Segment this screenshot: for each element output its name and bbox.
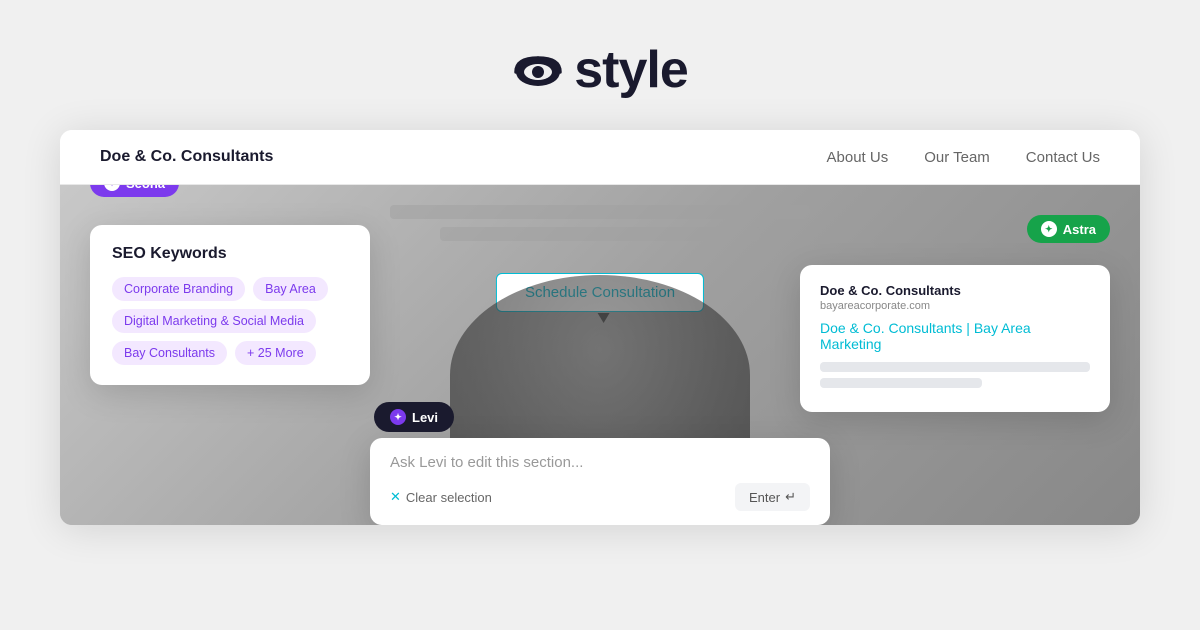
enter-button[interactable]: Enter ↵ [735, 483, 810, 511]
seo-card-title: SEO Keywords [112, 245, 348, 263]
hero-section: Schedule Consultation ✦ Seona SEO Keywor… [60, 185, 1140, 525]
clear-x-icon: ✕ [390, 489, 401, 505]
seo-keywords-card: SEO Keywords Corporate Branding Bay Area… [90, 225, 370, 385]
hero-bars [390, 185, 810, 241]
levi-badge: ✦ Levi [374, 402, 454, 432]
results-url: bayareacorporate.com [820, 300, 1090, 312]
nav-contact-us[interactable]: Contact Us [1026, 149, 1100, 166]
enter-label: Enter [749, 490, 780, 505]
hero-bar-2 [440, 227, 760, 241]
style-logo-icon [512, 52, 564, 88]
browser-content: Doe & Co. Consultants About Us Our Team … [60, 130, 1140, 525]
nav-bar: Doe & Co. Consultants About Us Our Team … [60, 130, 1140, 185]
clear-selection-button[interactable]: ✕ Clear selection [390, 489, 492, 505]
astra-badge-label: Astra [1063, 222, 1096, 237]
seona-badge: ✦ Seona [90, 185, 179, 197]
seona-badge-label: Seona [126, 185, 165, 191]
seo-tag-digital-marketing[interactable]: Digital Marketing & Social Media [112, 309, 316, 333]
seo-tags-container: Corporate Branding Bay Area Digital Mark… [112, 277, 348, 365]
seo-tag-bay-area[interactable]: Bay Area [253, 277, 328, 301]
astra-badge-icon: ✦ [1041, 221, 1057, 237]
levi-actions: ✕ Clear selection Enter ↵ [390, 483, 810, 511]
results-bar-2 [820, 378, 982, 388]
clear-selection-label: Clear selection [406, 490, 492, 505]
seona-badge-icon: ✦ [104, 185, 120, 191]
nav-about-us[interactable]: About Us [827, 149, 889, 166]
seo-tag-bay-consultants[interactable]: Bay Consultants [112, 341, 227, 365]
nav-our-team[interactable]: Our Team [924, 149, 990, 166]
astra-badge: ✦ Astra [1027, 215, 1110, 243]
levi-badge-icon: ✦ [390, 409, 406, 425]
nav-brand: Doe & Co. Consultants [100, 148, 273, 166]
seo-results-card: Doe & Co. Consultants bayareacorporate.c… [800, 265, 1110, 412]
results-bar-1 [820, 362, 1090, 372]
browser-window: Doe & Co. Consultants About Us Our Team … [60, 130, 1140, 525]
logo-area: style [0, 0, 1200, 130]
logo-container: style [512, 40, 688, 100]
levi-badge-label: Levi [412, 410, 438, 425]
nav-links: About Us Our Team Contact Us [827, 149, 1101, 166]
hero-bar-1 [390, 205, 810, 219]
seo-tag-more[interactable]: + 25 More [235, 341, 316, 365]
logo-text: style [574, 40, 688, 100]
seo-tag-corporate-branding[interactable]: Corporate Branding [112, 277, 245, 301]
results-title: Doe & Co. Consultants | Bay Area Marketi… [820, 320, 1090, 352]
levi-input-placeholder[interactable]: Ask Levi to edit this section... [390, 454, 810, 471]
levi-chat-box: Ask Levi to edit this section... ✕ Clear… [370, 438, 830, 525]
levi-widget: ✦ Levi Ask Levi to edit this section... … [370, 402, 830, 525]
enter-key-icon: ↵ [785, 489, 796, 505]
results-brand: Doe & Co. Consultants [820, 283, 1090, 298]
